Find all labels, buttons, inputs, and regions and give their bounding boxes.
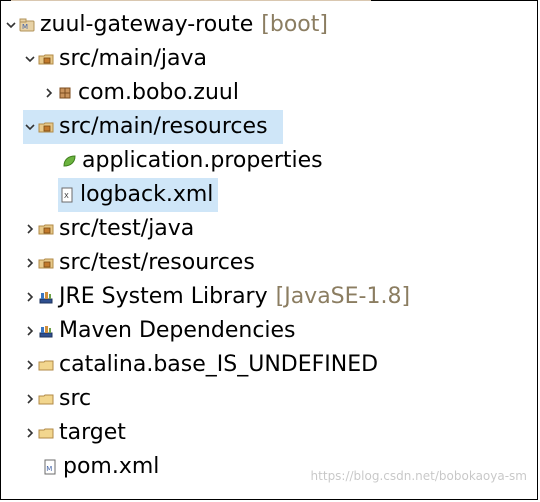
tree-item-src-main-java[interactable]: src/main/java bbox=[23, 42, 207, 76]
folder-icon bbox=[37, 424, 55, 442]
tree-item-label: zuul-gateway-route bbox=[40, 12, 254, 37]
cropped-row-remnant bbox=[11, 0, 371, 3]
tree-item-label: com.bobo.zuul bbox=[78, 80, 239, 105]
xml-file-icon: X bbox=[58, 186, 76, 204]
tree-item-label: src/test/resources bbox=[59, 250, 255, 275]
library-icon bbox=[37, 322, 55, 340]
tree-item-src-test-resources[interactable]: src/test/resources bbox=[23, 246, 255, 280]
tree-item-label: src/test/java bbox=[59, 216, 195, 241]
chevron-down-icon[interactable] bbox=[23, 52, 37, 66]
tree-item-label: catalina.base_IS_UNDEFINED bbox=[59, 352, 379, 377]
chevron-right-icon[interactable] bbox=[23, 358, 37, 372]
svg-text:X: X bbox=[64, 192, 69, 200]
library-icon bbox=[37, 288, 55, 306]
chevron-right-icon[interactable] bbox=[23, 290, 37, 304]
tree-item-logback-xml[interactable]: X logback.xml bbox=[58, 178, 218, 212]
tree-item-catalina-folder[interactable]: catalina.base_IS_UNDEFINED bbox=[23, 348, 378, 382]
tree-item-label: pom.xml bbox=[63, 454, 160, 479]
tree-item-jre-library[interactable]: JRE System Library [JavaSE-1.8] bbox=[23, 280, 410, 314]
tree-item-project[interactable]: M zuul-gateway-route [boot] bbox=[4, 8, 328, 42]
spring-leaf-icon bbox=[60, 152, 78, 170]
chevron-right-icon[interactable] bbox=[23, 256, 37, 270]
chevron-right-icon[interactable] bbox=[42, 86, 56, 100]
tree-item-label: application.properties bbox=[82, 148, 323, 173]
tree-item-application-properties[interactable]: application.properties bbox=[60, 144, 323, 178]
source-folder-icon bbox=[37, 254, 55, 272]
maven-pom-icon: M bbox=[41, 458, 59, 476]
tree-item-label: src bbox=[59, 386, 92, 411]
chevron-right-icon[interactable] bbox=[23, 392, 37, 406]
project-explorer-tree: M zuul-gateway-route [boot] src/main/jav… bbox=[0, 0, 538, 500]
svg-text:M: M bbox=[46, 465, 52, 473]
tree-item-label: logback.xml bbox=[80, 182, 214, 207]
source-folder-icon bbox=[37, 118, 55, 136]
svg-text:M: M bbox=[22, 23, 28, 31]
chevron-down-icon[interactable] bbox=[23, 120, 37, 134]
watermark: https://blog.csdn.net/bobokaoya-sm bbox=[310, 469, 527, 483]
chevron-right-icon[interactable] bbox=[23, 426, 37, 440]
source-folder-icon bbox=[37, 220, 55, 238]
tree-item-package[interactable]: com.bobo.zuul bbox=[42, 76, 239, 110]
tree-item-label: JRE System Library bbox=[59, 284, 268, 309]
chevron-right-icon[interactable] bbox=[23, 324, 37, 338]
tree-item-label: src/main/resources bbox=[59, 114, 268, 139]
tree-item-src-main-resources[interactable]: src/main/resources bbox=[23, 110, 283, 144]
tree-item-target-folder[interactable]: target bbox=[23, 416, 126, 450]
tree-item-decoration: [boot] bbox=[261, 12, 328, 37]
folder-icon bbox=[37, 356, 55, 374]
tree-item-src-folder[interactable]: src bbox=[23, 382, 91, 416]
source-folder-icon bbox=[37, 50, 55, 68]
tree-item-pom-xml[interactable]: M pom.xml bbox=[41, 450, 159, 484]
tree-item-maven-dependencies[interactable]: Maven Dependencies bbox=[23, 314, 296, 348]
tree-item-decoration: [JavaSE-1.8] bbox=[275, 284, 411, 309]
tree-item-label: src/main/java bbox=[59, 46, 208, 71]
chevron-down-icon[interactable] bbox=[4, 18, 18, 32]
tree-item-label: target bbox=[59, 420, 126, 445]
tree-item-label: Maven Dependencies bbox=[59, 318, 296, 343]
maven-project-icon: M bbox=[18, 16, 36, 34]
tree-item-src-test-java[interactable]: src/test/java bbox=[23, 212, 194, 246]
chevron-right-icon[interactable] bbox=[23, 222, 37, 236]
folder-icon bbox=[37, 390, 55, 408]
package-icon bbox=[56, 84, 74, 102]
